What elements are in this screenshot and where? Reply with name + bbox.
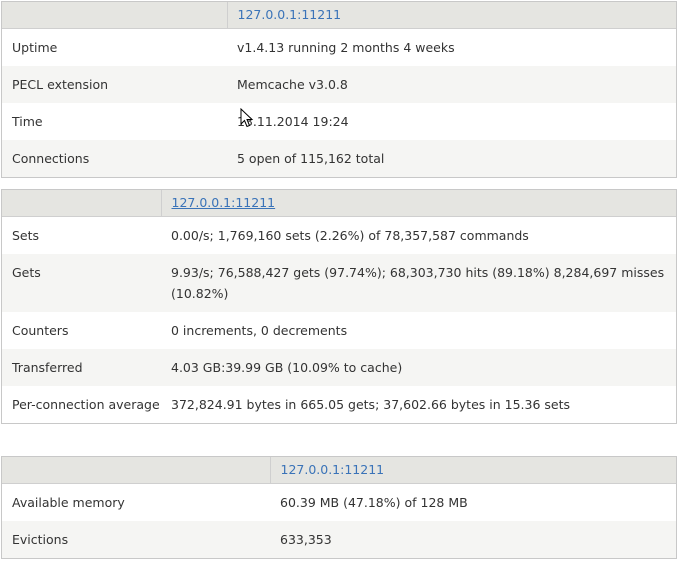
row-label-counters: Counters: [2, 312, 161, 349]
row-value-per-connection-average: 372,824.91 bytes in 665.05 gets; 37,602.…: [161, 386, 676, 423]
row-value-available-memory: 60.39 MB (47.18%) of 128 MB: [270, 483, 676, 521]
row-label-evictions: Evictions: [2, 521, 270, 558]
table-row: Uptime v1.4.13 running 2 months 4 weeks: [2, 28, 676, 66]
command-stats-panel: 127.0.0.1:11211 Sets 0.00/s; 1,769,160 s…: [1, 189, 677, 424]
server-address: 127.0.0.1:11211: [237, 7, 342, 22]
row-label-pecl-extension: PECL extension: [2, 66, 227, 103]
table-row: Evictions 633,353: [2, 521, 676, 558]
row-label-uptime: Uptime: [2, 28, 227, 66]
server-address: 127.0.0.1:11211: [280, 462, 385, 477]
row-label-available-memory: Available memory: [2, 483, 270, 521]
table-row: PECL extension Memcache v3.0.8: [2, 66, 676, 103]
row-label-gets: Gets: [2, 254, 161, 312]
memory-stats-table: 127.0.0.1:11211 Available memory 60.39 M…: [2, 457, 676, 558]
memory-stats-header-label: [2, 457, 271, 484]
table-row: Transferred 4.03 GB:39.99 GB (10.09% to …: [2, 349, 676, 386]
command-stats-table: 127.0.0.1:11211 Sets 0.00/s; 1,769,160 s…: [2, 190, 676, 423]
row-label-connections: Connections: [2, 140, 227, 177]
table-row: Counters 0 increments, 0 decrements: [2, 312, 676, 349]
row-value-time: 13.11.2014 19:24: [227, 103, 676, 140]
row-value-uptime: v1.4.13 running 2 months 4 weeks: [227, 28, 676, 66]
server-info-header-server: 127.0.0.1:11211: [227, 2, 676, 29]
memory-stats-header-row: 127.0.0.1:11211: [2, 457, 676, 484]
row-value-counters: 0 increments, 0 decrements: [161, 312, 676, 349]
row-value-transferred: 4.03 GB:39.99 GB (10.09% to cache): [161, 349, 676, 386]
command-stats-header-label: [2, 190, 162, 217]
row-label-sets: Sets: [2, 216, 161, 254]
table-row: Connections 5 open of 115,162 total: [2, 140, 676, 177]
server-info-table: 127.0.0.1:11211 Uptime v1.4.13 running 2…: [2, 2, 676, 177]
row-value-pecl-extension: Memcache v3.0.8: [227, 66, 676, 103]
command-stats-header-row: 127.0.0.1:11211: [2, 190, 676, 217]
table-row: Sets 0.00/s; 1,769,160 sets (2.26%) of 7…: [2, 216, 676, 254]
memory-stats-panel: 127.0.0.1:11211 Available memory 60.39 M…: [1, 456, 677, 559]
row-label-time: Time: [2, 103, 227, 140]
table-row: Available memory 60.39 MB (47.18%) of 12…: [2, 483, 676, 521]
command-stats-header-server[interactable]: 127.0.0.1:11211: [161, 190, 676, 217]
table-row: Gets 9.93/s; 76,588,427 gets (97.74%); 6…: [2, 254, 676, 312]
row-label-transferred: Transferred: [2, 349, 161, 386]
row-value-gets: 9.93/s; 76,588,427 gets (97.74%); 68,303…: [161, 254, 676, 312]
memory-stats-header-server: 127.0.0.1:11211: [270, 457, 676, 484]
row-value-connections: 5 open of 115,162 total: [227, 140, 676, 177]
server-info-header-label: [2, 2, 228, 29]
server-info-header-row: 127.0.0.1:11211: [2, 2, 676, 29]
row-value-sets: 0.00/s; 1,769,160 sets (2.26%) of 78,357…: [161, 216, 676, 254]
server-address-link[interactable]: 127.0.0.1:11211: [172, 195, 276, 210]
table-row: Per-connection average 372,824.91 bytes …: [2, 386, 676, 423]
row-label-per-connection-average: Per-connection average: [2, 386, 161, 423]
row-value-evictions: 633,353: [270, 521, 676, 558]
table-row: Time 13.11.2014 19:24: [2, 103, 676, 140]
server-info-panel: 127.0.0.1:11211 Uptime v1.4.13 running 2…: [1, 1, 677, 178]
